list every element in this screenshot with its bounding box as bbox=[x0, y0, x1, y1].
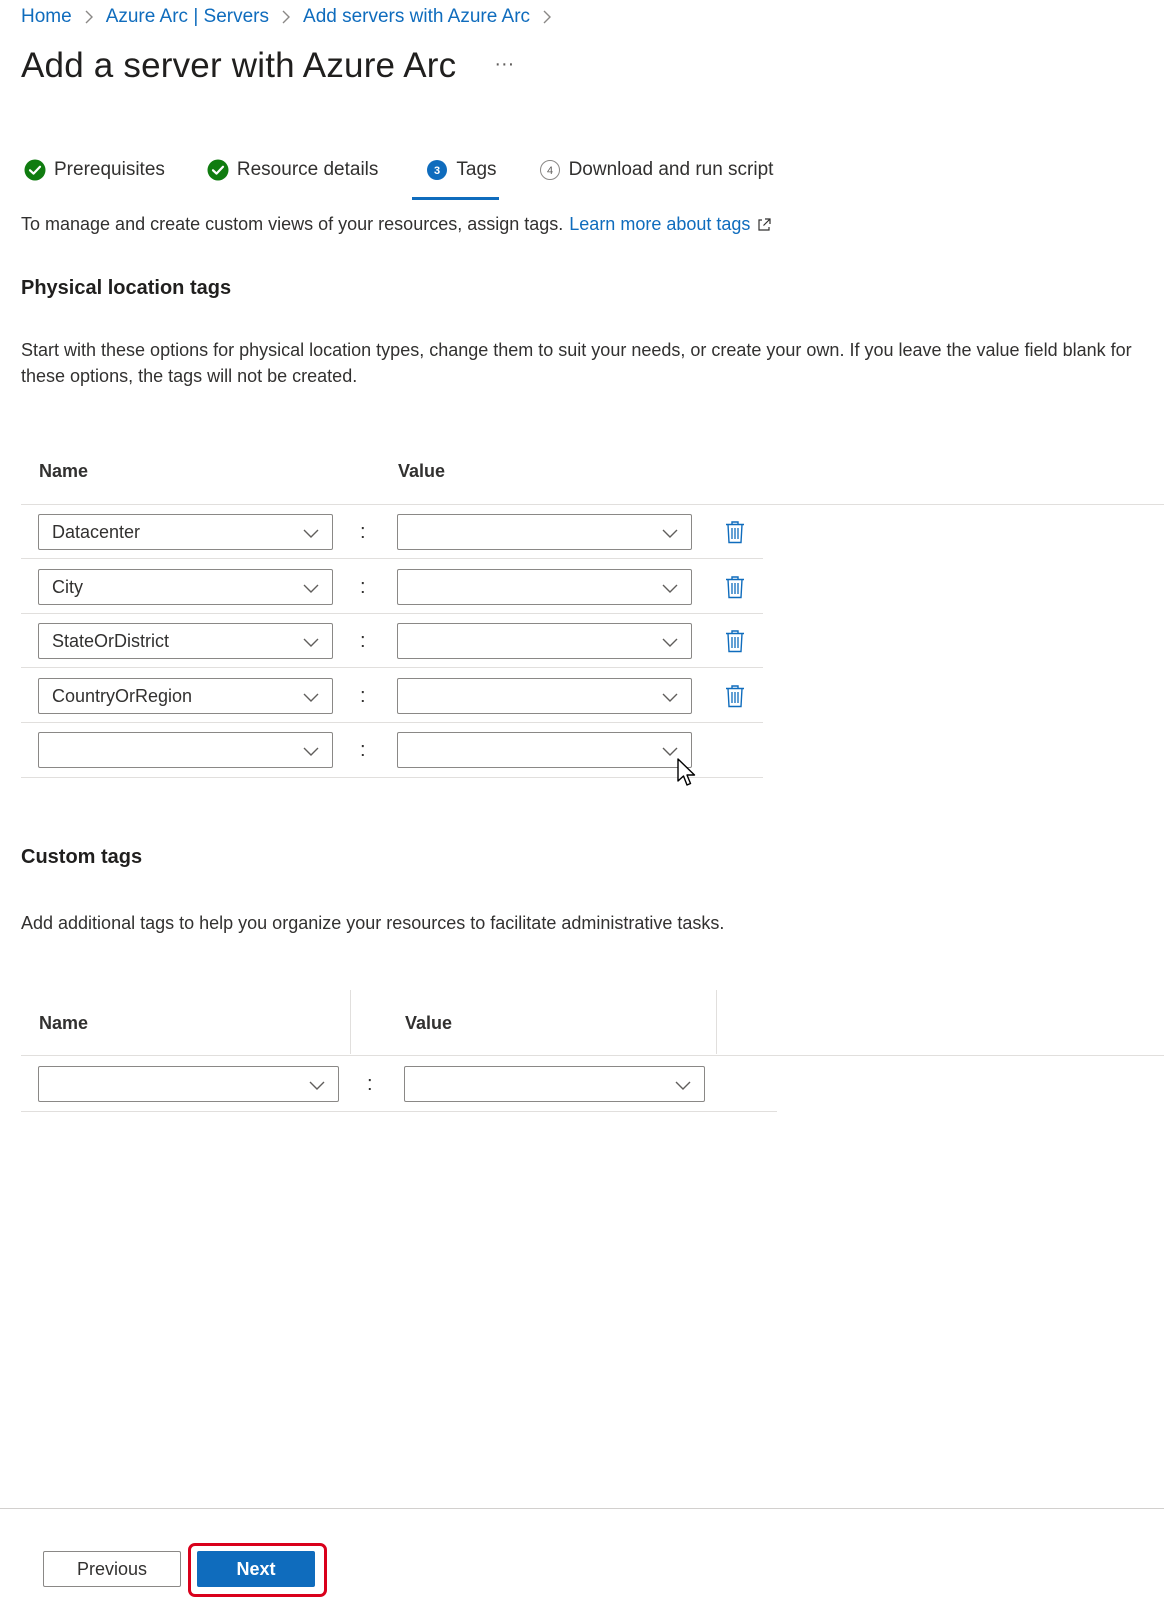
column-divider bbox=[350, 990, 351, 1054]
check-circle-icon bbox=[207, 159, 229, 181]
name-value-separator: : bbox=[360, 521, 366, 543]
step-number-icon: 4 bbox=[539, 159, 561, 181]
step-number-icon: 3 bbox=[426, 159, 448, 181]
chevron-down-icon bbox=[661, 524, 679, 542]
column-header-value: Value bbox=[405, 1013, 453, 1033]
table-header-divider bbox=[21, 1055, 1164, 1056]
wizard-steps: Prerequisites Resource details 3 Tags 4 … bbox=[24, 152, 773, 202]
step-resource-details[interactable]: Resource details bbox=[207, 152, 379, 188]
column-divider bbox=[716, 990, 717, 1054]
name-value-separator: : bbox=[367, 1073, 373, 1095]
tag-name-dropdown[interactable] bbox=[38, 1066, 339, 1102]
step-download-run-script[interactable]: 4 Download and run script bbox=[539, 152, 774, 188]
breadcrumb-add-servers[interactable]: Add servers with Azure Arc bbox=[303, 6, 530, 28]
column-header-name: Name bbox=[39, 461, 89, 481]
breadcrumb-azure-arc-servers[interactable]: Azure Arc | Servers bbox=[106, 6, 269, 28]
chevron-down-icon bbox=[302, 579, 320, 597]
mouse-pointer-icon bbox=[676, 758, 698, 793]
tag-name-dropdown[interactable]: Datacenter bbox=[38, 514, 333, 550]
chevron-right-icon bbox=[542, 10, 552, 24]
chevron-down-icon bbox=[302, 688, 320, 706]
custom-tags-description: Add additional tags to help you organize… bbox=[21, 913, 725, 933]
delete-tag-button[interactable] bbox=[723, 683, 747, 709]
tag-value-dropdown[interactable] bbox=[404, 1066, 705, 1102]
tag-value-dropdown[interactable] bbox=[397, 678, 692, 714]
check-circle-icon bbox=[24, 159, 46, 181]
chevron-down-icon bbox=[661, 688, 679, 706]
svg-text:4: 4 bbox=[547, 165, 553, 177]
dropdown-value: Datacenter bbox=[52, 521, 141, 542]
physical-location-tags-description: Start with these options for physical lo… bbox=[21, 340, 1132, 386]
more-options-button[interactable]: ··· bbox=[494, 53, 514, 76]
step-prerequisites[interactable]: Prerequisites bbox=[24, 152, 165, 188]
chevron-down-icon bbox=[661, 633, 679, 651]
chevron-down-icon bbox=[302, 742, 320, 760]
step-tags[interactable]: 3 Tags bbox=[412, 152, 499, 200]
previous-button[interactable]: Previous bbox=[43, 1551, 181, 1587]
name-value-separator: : bbox=[360, 739, 366, 761]
name-value-separator: : bbox=[360, 630, 366, 652]
chevron-right-icon bbox=[84, 10, 94, 24]
footer-divider bbox=[0, 1508, 1164, 1509]
dropdown-value: City bbox=[52, 576, 83, 597]
delete-tag-button[interactable] bbox=[723, 519, 747, 545]
external-link-icon[interactable] bbox=[756, 217, 772, 233]
intro-sentence: To manage and create custom views of you… bbox=[21, 214, 564, 234]
name-value-separator: : bbox=[360, 576, 366, 598]
breadcrumb: Home Azure Arc | Servers Add servers wit… bbox=[21, 6, 564, 28]
step-label: Download and run script bbox=[568, 159, 774, 180]
tag-value-dropdown[interactable] bbox=[397, 732, 692, 768]
custom-tags-heading: Custom tags bbox=[21, 846, 143, 868]
dropdown-value: StateOrDistrict bbox=[52, 630, 170, 651]
step-label: Resource details bbox=[236, 159, 379, 180]
row-divider bbox=[21, 1111, 777, 1112]
step-label: Prerequisites bbox=[54, 159, 165, 180]
tag-value-dropdown[interactable] bbox=[397, 569, 692, 605]
row-divider bbox=[21, 722, 763, 723]
next-button[interactable]: Next bbox=[197, 1551, 315, 1587]
chevron-down-icon bbox=[661, 579, 679, 597]
svg-text:3: 3 bbox=[434, 165, 440, 177]
title-row: Add a server with Azure Arc ··· bbox=[21, 46, 514, 86]
trash-icon bbox=[726, 685, 744, 708]
tag-name-dropdown[interactable]: CountryOrRegion bbox=[38, 678, 333, 714]
learn-more-tags-link[interactable]: Learn more about tags bbox=[569, 214, 750, 235]
tag-value-dropdown[interactable] bbox=[397, 623, 692, 659]
chevron-down-icon bbox=[302, 633, 320, 651]
trash-icon bbox=[726, 630, 744, 653]
delete-tag-button[interactable] bbox=[723, 628, 747, 654]
physical-location-tags-heading: Physical location tags bbox=[21, 277, 232, 299]
chevron-down-icon bbox=[674, 1076, 692, 1094]
chevron-down-icon bbox=[308, 1076, 326, 1094]
page-title: Add a server with Azure Arc bbox=[21, 46, 457, 85]
row-divider bbox=[21, 558, 763, 559]
row-divider bbox=[21, 777, 763, 778]
name-value-separator: : bbox=[360, 685, 366, 707]
tag-name-dropdown[interactable]: StateOrDistrict bbox=[38, 623, 333, 659]
step-label: Tags bbox=[456, 159, 497, 180]
row-divider bbox=[21, 613, 763, 614]
chevron-right-icon bbox=[281, 10, 291, 24]
tag-name-dropdown[interactable] bbox=[38, 732, 333, 768]
tag-name-dropdown[interactable]: City bbox=[38, 569, 333, 605]
chevron-down-icon bbox=[302, 524, 320, 542]
trash-icon bbox=[726, 576, 744, 599]
table-header-divider bbox=[21, 504, 1164, 505]
column-header-value: Value bbox=[398, 461, 446, 481]
tag-value-dropdown[interactable] bbox=[397, 514, 692, 550]
intro-text: To manage and create custom views of you… bbox=[21, 214, 772, 235]
breadcrumb-home[interactable]: Home bbox=[21, 6, 72, 28]
delete-tag-button[interactable] bbox=[723, 574, 747, 600]
dropdown-value: CountryOrRegion bbox=[52, 685, 193, 706]
column-header-name: Name bbox=[39, 1013, 89, 1033]
trash-icon bbox=[726, 521, 744, 544]
row-divider bbox=[21, 667, 763, 668]
